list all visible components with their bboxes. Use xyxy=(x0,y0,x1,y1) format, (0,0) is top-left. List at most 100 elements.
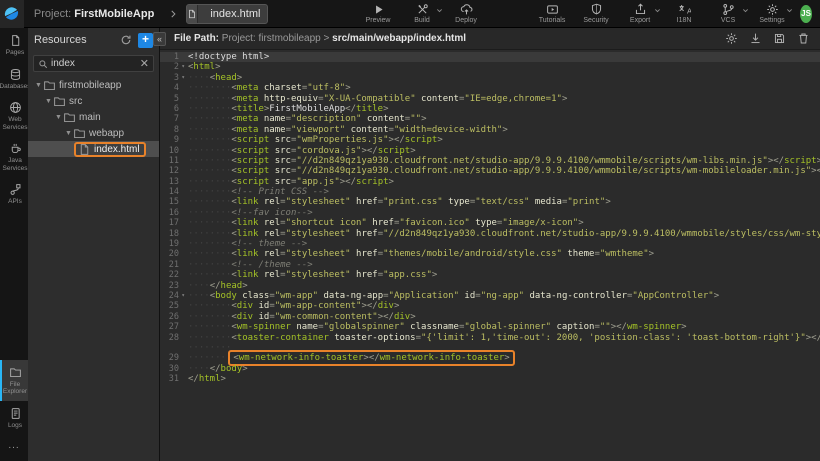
topbar-button-tutorials[interactable]: Tutorials xyxy=(537,3,567,24)
search-input[interactable] xyxy=(51,58,140,69)
code-line-27[interactable]: 27········<wm-spinner name="globalspinne… xyxy=(160,322,820,332)
code-line-content: ········<link rel="stylesheet" href="pri… xyxy=(184,197,611,207)
code-token: rel xyxy=(258,229,280,239)
fold-marker-icon[interactable]: ▾ xyxy=(181,62,185,72)
code-token: script xyxy=(237,146,270,156)
tree-item-firstmobileapp[interactable]: ▼firstmobileapp xyxy=(28,77,159,93)
topbar-button-build[interactable]: Build xyxy=(407,3,437,24)
code-line-content: ········<!-- theme --> xyxy=(184,239,307,249)
code-line-24[interactable]: 24▾····<body class="wm-app" data-ng-app=… xyxy=(160,291,820,301)
code-token: "wmProperties.js" xyxy=(296,135,388,145)
clear-search-icon[interactable]: ✕ xyxy=(140,59,149,69)
code-token: <!-- Print CSS --> xyxy=(231,187,329,197)
code-line-20[interactable]: 20········<link rel="stylesheet" href="t… xyxy=(160,249,820,259)
code-line-8[interactable]: 8········<meta name="viewport" content="… xyxy=(160,125,820,135)
sidebar-item-java-services[interactable]: Java Services xyxy=(0,136,28,177)
download-icon[interactable] xyxy=(749,32,762,45)
code-line-9[interactable]: 9········<script src="wmProperties.js"><… xyxy=(160,135,820,145)
code-token: ></ xyxy=(806,333,820,343)
sidebar-item-web-services[interactable]: Web Services xyxy=(0,95,28,136)
topbar-button-security[interactable]: Security xyxy=(581,3,611,24)
topbar-button-preview[interactable]: Preview xyxy=(363,3,393,24)
sidebar-item-file-explorer[interactable]: File Explorer xyxy=(0,360,28,401)
code-line-11[interactable]: 11········<script src="//d2n849qz1ya930.… xyxy=(160,156,820,166)
code-line-29[interactable]: 29········<wm-network-info-toaster></wm-… xyxy=(160,353,820,363)
code-token: "app.css" xyxy=(383,270,432,280)
code-line-14[interactable]: 14········<!-- Print CSS --> xyxy=(160,187,820,197)
code-token: type xyxy=(470,218,497,228)
pages-icon xyxy=(9,34,22,47)
code-token: name xyxy=(291,322,318,332)
save-icon[interactable] xyxy=(773,32,786,45)
tree-item-src[interactable]: ▼src xyxy=(28,93,159,109)
topbar-button-i18n[interactable]: AI18N xyxy=(669,3,699,24)
tree-item-index-html[interactable]: index.html xyxy=(28,141,159,157)
code-token: script xyxy=(405,135,438,145)
sidebar-item-apis[interactable]: APIs xyxy=(0,177,28,211)
code-line-4[interactable]: 4········<meta charset="utf-8"> xyxy=(160,83,820,93)
line-number: 13 xyxy=(160,177,184,187)
fold-marker-icon[interactable]: ▾ xyxy=(181,291,185,301)
line-number xyxy=(160,343,184,353)
code-token: </ xyxy=(210,364,221,374)
topbar-button-label: Tutorials xyxy=(539,17,566,24)
indent-whitespace: ········ xyxy=(188,104,231,114)
add-resource-button[interactable]: + xyxy=(138,33,153,48)
tree-item-webapp[interactable]: ▼webapp xyxy=(28,125,159,141)
code-line-12[interactable]: 12········<script src="//d2n849qz1ya930.… xyxy=(160,166,820,176)
code-line-5[interactable]: 5········<meta http-equiv="X-UA-Compatib… xyxy=(160,94,820,104)
refresh-icon[interactable] xyxy=(120,34,132,46)
code-area[interactable]: 1<!doctype html>2▾<html>3▾····<head>4···… xyxy=(160,50,820,461)
delete-icon[interactable] xyxy=(797,32,810,45)
indent-whitespace: ········ xyxy=(188,301,231,311)
code-line-26[interactable]: 26········<div id="wm-common-content"></… xyxy=(160,312,820,322)
code-token: classname xyxy=(405,322,459,332)
open-file-tab[interactable]: index.html xyxy=(186,4,268,24)
topbar-button-vcs[interactable]: VCS xyxy=(713,3,743,24)
code-token: ></ xyxy=(768,156,784,166)
topbar-button-export[interactable]: Export xyxy=(625,3,655,24)
code-line-3[interactable]: 3▾····<head> xyxy=(160,73,820,83)
user-avatar[interactable]: JS xyxy=(800,5,812,23)
code-line-16[interactable]: 16········<!--fav icon--> xyxy=(160,208,820,218)
code-token: href xyxy=(351,270,378,280)
code-line-15[interactable]: 15········<link rel="stylesheet" href="p… xyxy=(160,197,820,207)
code-line-21[interactable]: 21········<!-- /theme --> xyxy=(160,260,820,270)
topbar-button-deploy[interactable]: Deploy xyxy=(451,3,481,24)
code-line-22[interactable]: 22········<link rel="stylesheet" href="a… xyxy=(160,270,820,280)
code-line-23[interactable]: 23····</head> xyxy=(160,281,820,291)
code-line-7[interactable]: 7········<meta name="description" conten… xyxy=(160,114,820,124)
editor-settings-icon[interactable] xyxy=(725,32,738,45)
code-line-content: ····</body> xyxy=(184,364,248,374)
code-line-13[interactable]: 13········<script src="app.js"></script> xyxy=(160,177,820,187)
chevron-expanded-icon[interactable]: ▼ xyxy=(54,114,63,121)
chevron-expanded-icon[interactable]: ▼ xyxy=(64,130,73,137)
code-token: ></ xyxy=(611,322,627,332)
collapse-panel-button[interactable]: « xyxy=(153,32,166,46)
code-line-18[interactable]: 18········<link rel="stylesheet" href="/… xyxy=(160,229,820,239)
sidebar-item-pages[interactable]: Pages xyxy=(0,28,28,62)
indent-whitespace: ········ xyxy=(188,83,231,93)
code-line-19[interactable]: 19········<!-- theme --> xyxy=(160,239,820,249)
code-line-6[interactable]: 6········<title>FirstMobileApp</title> xyxy=(160,104,820,114)
code-line-1[interactable]: 1<!doctype html> xyxy=(160,52,820,62)
code-line-25[interactable]: 25········<div id="wm-app-content"></div… xyxy=(160,301,820,311)
chevron-expanded-icon[interactable]: ▼ xyxy=(34,82,43,89)
code-line-28[interactable]: 28········<toaster-container toaster-opt… xyxy=(160,333,820,343)
sidebar-item-databases[interactable]: Databases xyxy=(0,62,28,96)
more-options-icon[interactable]: ... xyxy=(0,434,28,461)
web-services-icon xyxy=(9,101,22,114)
settings-icon xyxy=(766,3,779,16)
fold-marker-icon[interactable]: ▾ xyxy=(181,73,185,83)
code-line-2[interactable]: 2▾<html> xyxy=(160,62,820,72)
topbar-button-settings[interactable]: Settings xyxy=(757,3,787,24)
tree-item-main[interactable]: ▼main xyxy=(28,109,159,125)
code-token: script xyxy=(784,156,817,166)
chevron-expanded-icon[interactable]: ▼ xyxy=(44,98,53,105)
sidebar-item-logs[interactable]: Logs xyxy=(0,401,28,435)
code-line-31[interactable]: 31</html> xyxy=(160,374,820,384)
code-token: <!doctype html> xyxy=(188,52,269,62)
code-line-17[interactable]: 17········<link rel="shortcut icon" href… xyxy=(160,218,820,228)
code-line-10[interactable]: 10········<script src="cordova.js"></scr… xyxy=(160,146,820,156)
app-logo[interactable] xyxy=(0,0,24,28)
